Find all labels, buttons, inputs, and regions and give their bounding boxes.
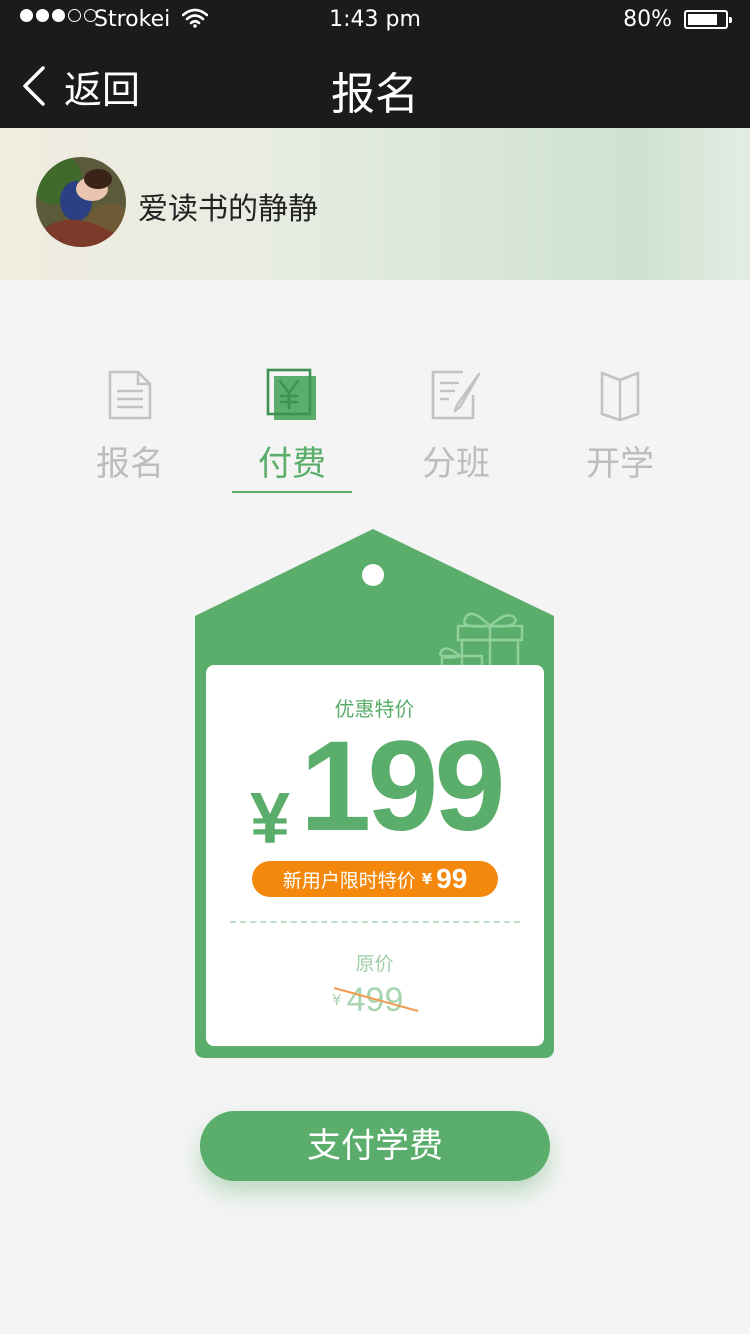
step-signup[interactable]: 报名	[70, 365, 190, 485]
edit-icon	[431, 370, 481, 420]
top-bar: Strokei 1:43 pm 80% 返回 报名	[0, 0, 750, 128]
price-card: 优惠特价 ¥ 199 新用户限时特价 ¥ 99 原价 ¥ 499	[216, 675, 533, 1038]
yen-icon	[266, 368, 316, 420]
pay-tuition-button[interactable]: 支付学费	[200, 1111, 550, 1181]
dashed-divider	[230, 921, 520, 923]
profile-banner: 爱读书的静静	[0, 128, 750, 280]
battery-icon	[684, 10, 732, 29]
step-label: 开学	[586, 444, 654, 484]
new-user-promo-text: 新用户限时特价	[282, 869, 416, 892]
new-user-currency: ¥	[421, 870, 433, 888]
step-class-assignment[interactable]: 分班	[396, 365, 516, 485]
active-step-underline	[232, 491, 352, 493]
original-price-label: 原价	[355, 953, 394, 975]
strikethrough-line	[333, 987, 419, 1012]
step-payment[interactable]: 付费	[232, 365, 352, 485]
sale-price-currency: ¥	[250, 779, 291, 859]
document-icon	[108, 370, 152, 420]
step-label: 分班	[422, 444, 490, 484]
avatar[interactable]	[36, 157, 126, 247]
battery-percent: 80%	[623, 7, 672, 32]
sale-price-amount: 199	[300, 715, 506, 858]
status-bar: Strokei 1:43 pm 80%	[0, 0, 750, 40]
page-title: 报名	[331, 69, 419, 120]
new-user-price: 99	[436, 863, 468, 894]
step-label: 付费	[258, 444, 326, 484]
book-icon	[600, 371, 640, 422]
step-label: 报名	[96, 444, 164, 484]
new-user-promo-badge: 新用户限时特价 ¥ 99	[252, 861, 498, 897]
step-school-start[interactable]: 开学	[560, 365, 680, 485]
username: 爱读书的静静	[138, 192, 318, 227]
